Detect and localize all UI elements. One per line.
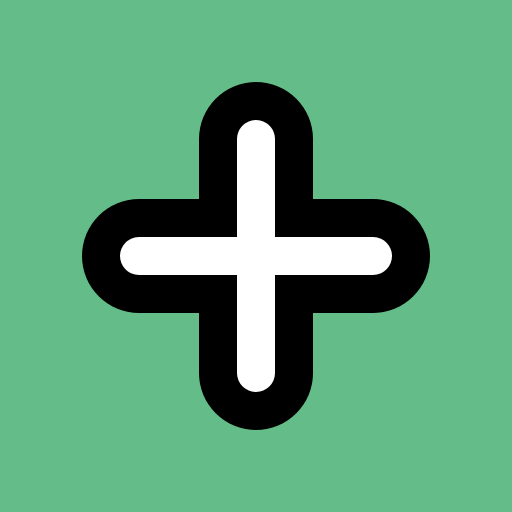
plus-icon-fill xyxy=(120,120,392,392)
app-icon-canvas xyxy=(0,0,512,512)
plus-icon xyxy=(82,82,430,430)
plus-fill-horizontal xyxy=(120,237,392,275)
